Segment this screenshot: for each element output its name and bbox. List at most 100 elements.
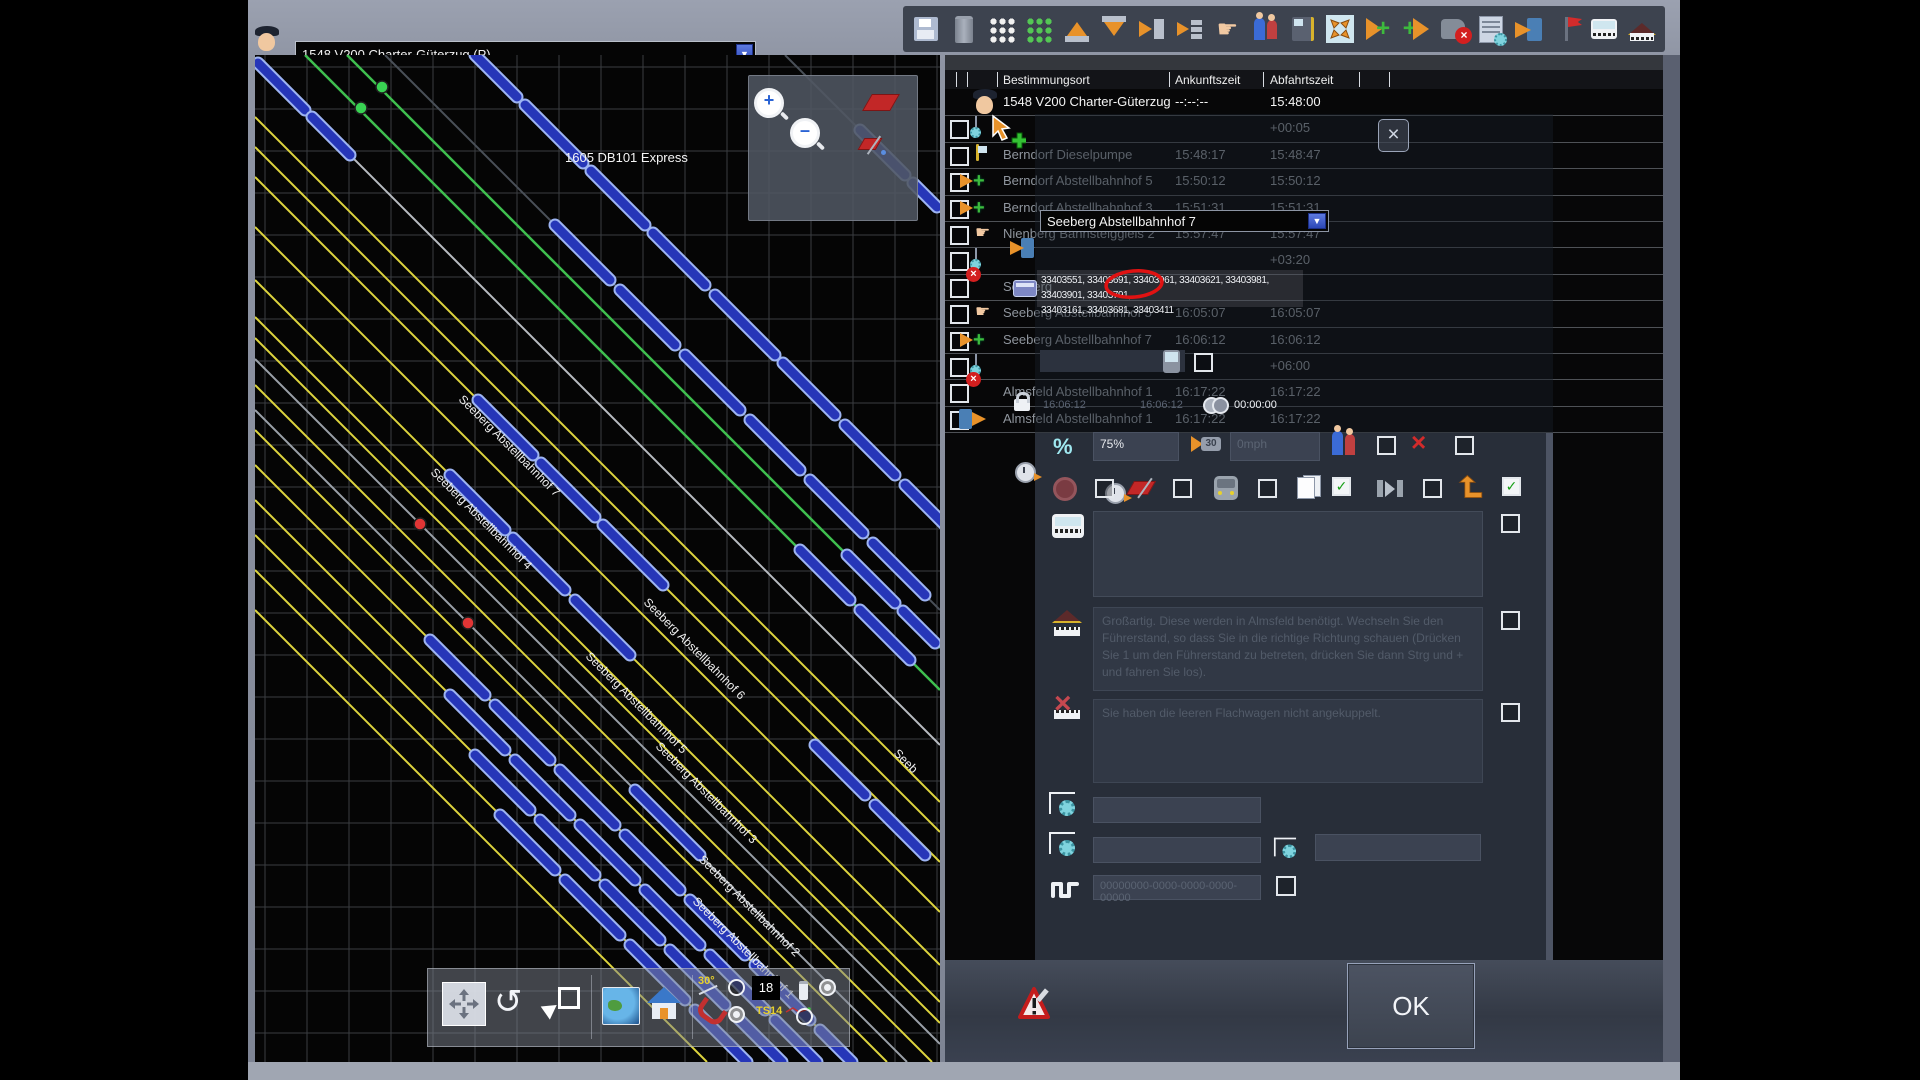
express-train-label: 1605 DB101 Express: [565, 150, 688, 165]
ts14-radio[interactable]: [796, 1008, 813, 1025]
row-checkbox[interactable]: [950, 226, 969, 245]
station-dropdown[interactable]: Seeberg Abstellbahnhof 7 ▼: [1040, 210, 1329, 232]
home-button[interactable]: [647, 987, 681, 1019]
depot-button[interactable]: [1626, 13, 1658, 45]
lock-icon: [1014, 399, 1030, 411]
magnet-radio[interactable]: [728, 1006, 745, 1023]
controller-icon: [1163, 350, 1180, 373]
option-checkbox[interactable]: [1501, 514, 1520, 533]
hint-text-2: Sie haben die leeren Flachwagen nicht an…: [1093, 699, 1483, 783]
row-checkbox[interactable]: [950, 384, 969, 403]
zoom-level-value[interactable]: 18: [752, 976, 780, 1000]
flag-button[interactable]: [1551, 13, 1583, 45]
row-checkbox[interactable]: [950, 252, 969, 271]
schedule-settings-icon: [975, 248, 977, 267]
contact-input-3[interactable]: [1315, 834, 1481, 861]
insert-list-button[interactable]: [1174, 13, 1206, 45]
save-button[interactable]: [910, 13, 942, 45]
export-tray-button[interactable]: [1098, 13, 1130, 45]
dialog-footer: [945, 960, 1680, 1062]
chevron-down-icon[interactable]: ▼: [1308, 213, 1326, 229]
signal-option-icon: [1130, 481, 1152, 495]
ok-button[interactable]: OK: [1347, 963, 1475, 1049]
row-checkbox[interactable]: [950, 358, 969, 377]
gradient-radio[interactable]: [728, 979, 745, 996]
wagon-icon: [1013, 280, 1037, 297]
contact-input-1[interactable]: [1093, 797, 1261, 823]
contact-input-2[interactable]: [1093, 837, 1261, 863]
fuel-pump-button[interactable]: [1287, 13, 1319, 45]
magnet-icon: [694, 997, 728, 1029]
option-checkbox-checked[interactable]: ✓: [1502, 477, 1521, 496]
remove-loco-button[interactable]: ×: [1437, 13, 1469, 45]
application-window: 1548 V200 Charter-Güterzug (P) ▼ ☛ + + ×…: [0, 0, 1920, 1080]
close-icon[interactable]: ×: [1378, 119, 1409, 152]
option-checkbox[interactable]: [1194, 353, 1213, 372]
hand-pointer-button[interactable]: ☛: [1211, 13, 1243, 45]
siding-label: Seeberg Abstellbahnhof 6: [641, 595, 748, 702]
column-arrival[interactable]: Ankunftszeit: [1175, 73, 1240, 87]
platform-edge-button[interactable]: [1588, 13, 1620, 45]
timetable-header: Bestimmungsort Ankunftszeit Abfahrtszeit: [945, 70, 1663, 89]
schedule-settings-icon: [975, 354, 977, 373]
signal-small-icon[interactable]: [861, 138, 879, 150]
timetable-top-strip: [945, 55, 1663, 70]
option-checkbox[interactable]: [1423, 479, 1442, 498]
column-departure[interactable]: Abfahrtszeit: [1270, 73, 1333, 87]
pan-tool-button[interactable]: [442, 982, 486, 1026]
percent-input[interactable]: 75%: [1093, 432, 1179, 461]
option-checkbox[interactable]: [1455, 436, 1474, 455]
grid-white-button[interactable]: [985, 13, 1017, 45]
option-checkbox[interactable]: [1377, 436, 1396, 455]
add-route-button[interactable]: +: [1362, 13, 1394, 45]
insert-panel-button[interactable]: [1136, 13, 1168, 45]
train-front-icon: [1214, 476, 1238, 500]
drag-cursor-icon: [990, 114, 1026, 154]
import-tray-button[interactable]: [1061, 13, 1093, 45]
option-checkbox[interactable]: [1276, 876, 1296, 896]
cancel-x-icon[interactable]: ×: [1411, 430, 1426, 454]
schedule-settings-button[interactable]: [1475, 13, 1507, 45]
row-checkbox[interactable]: [950, 305, 969, 324]
table-row[interactable]: 1548 V200 Charter-Güterzug--:--:--15:48:…: [945, 89, 1663, 116]
window-right-edge: [1663, 55, 1680, 1062]
signal-red-icon[interactable]: [862, 94, 900, 111]
globe-button[interactable]: [602, 987, 640, 1025]
option-checkbox[interactable]: [1258, 479, 1277, 498]
map-nav-toolbar: ↺ 30° 18 TS14: [427, 968, 850, 1047]
expand-arrows-button[interactable]: [1324, 13, 1356, 45]
zoom-in-icon[interactable]: +: [754, 88, 784, 118]
rotate-tool-button[interactable]: ↺: [494, 983, 523, 1021]
arrival-clock-icon[interactable]: [1015, 462, 1036, 483]
delete-button[interactable]: [948, 13, 980, 45]
guid-input[interactable]: 00000000-0000-0000-0000-00000: [1093, 875, 1261, 900]
warning-icon: [1018, 986, 1054, 1026]
row-checkbox[interactable]: [950, 147, 969, 166]
power-radio[interactable]: [819, 979, 836, 996]
arrival-time-value: 16:06:12: [1043, 399, 1086, 411]
row-checkbox[interactable]: [950, 120, 969, 139]
passengers-button[interactable]: [1249, 13, 1281, 45]
zoom-out-icon[interactable]: –: [790, 118, 820, 148]
message-textarea[interactable]: [1093, 511, 1483, 597]
fuel-pump-icon: [976, 144, 979, 161]
wagon-numbers: 33403551, 33403691, 33403961, 33403621, …: [1041, 273, 1303, 318]
route-add-button[interactable]: +: [1400, 13, 1432, 45]
contact-settings-icon: [1049, 832, 1075, 854]
grid-green-button[interactable]: [1023, 13, 1055, 45]
speed-input[interactable]: 0mph: [1230, 432, 1320, 461]
step-forward-icon: [1377, 480, 1403, 497]
option-checkbox[interactable]: [1173, 479, 1192, 498]
uturn-arrow-icon: [1458, 473, 1486, 501]
option-checkbox[interactable]: [1501, 703, 1520, 722]
hand-pointer-icon: ☛: [975, 225, 990, 242]
column-destination[interactable]: Bestimmungsort: [1003, 73, 1090, 87]
option-checkbox[interactable]: [1501, 611, 1520, 630]
passengers-icon[interactable]: [1332, 431, 1355, 455]
option-checkbox[interactable]: [1095, 479, 1114, 498]
enter-depot-button[interactable]: [1513, 13, 1545, 45]
row-checkbox[interactable]: [950, 279, 969, 298]
gradient-icon: 30°: [698, 975, 718, 991]
option-checkbox-checked[interactable]: ✓: [1332, 477, 1351, 496]
dialog-scrollbar[interactable]: [1546, 433, 1553, 962]
